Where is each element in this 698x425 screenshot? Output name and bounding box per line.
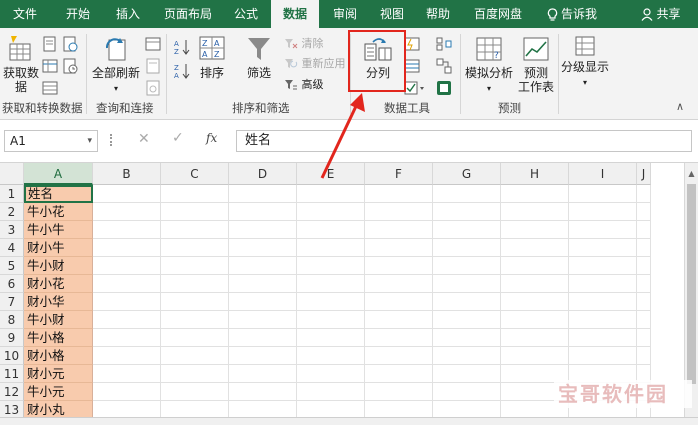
red-arrow (320, 93, 365, 179)
